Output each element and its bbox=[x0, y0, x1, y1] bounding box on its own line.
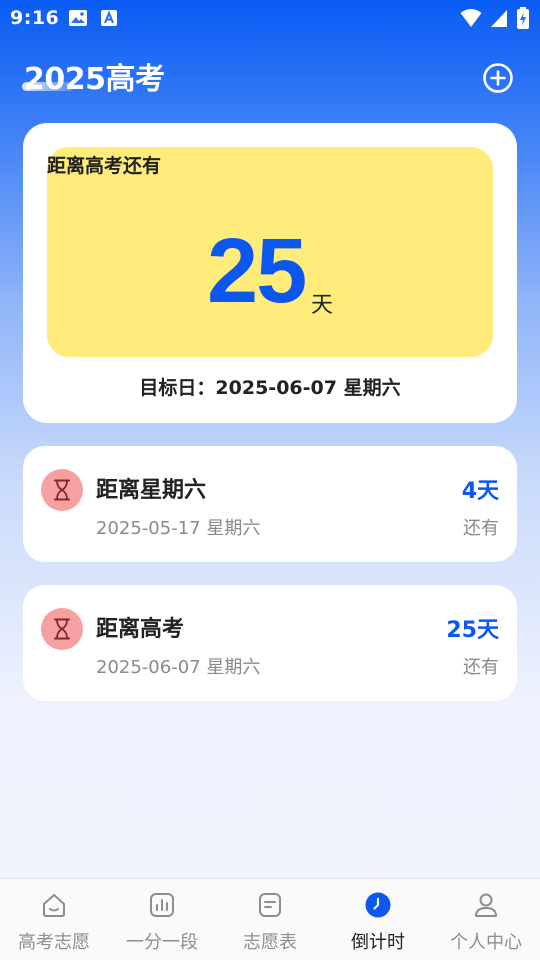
form-icon bbox=[259, 893, 281, 917]
page-title: 2025高考 bbox=[24, 62, 165, 97]
status-time: 9:16 bbox=[10, 7, 60, 29]
wifi-icon bbox=[460, 9, 482, 27]
nav-label: 高考志愿 bbox=[18, 932, 90, 953]
event-date: 2025-06-07 星期六 bbox=[96, 657, 261, 678]
clock-icon bbox=[365, 892, 391, 918]
nav-item-volunteer-form[interactable]: 志愿表 bbox=[216, 879, 324, 960]
hourglass-icon bbox=[41, 608, 83, 650]
nav-item-gaokao-volunteer[interactable]: 高考志愿 bbox=[0, 879, 108, 960]
battery-icon bbox=[517, 7, 529, 29]
countdown-highlight-panel: 距离高考还有 25 天 bbox=[47, 147, 493, 357]
chart-icon bbox=[150, 893, 174, 917]
hourglass-icon bbox=[41, 469, 83, 511]
nav-label: 倒计时 bbox=[351, 932, 405, 953]
event-status: 还有 bbox=[463, 657, 499, 678]
nav-label: 志愿表 bbox=[243, 932, 297, 953]
signal-icon bbox=[491, 10, 507, 27]
event-days-left: 4天 bbox=[461, 479, 499, 504]
event-card[interactable]: 距离星期六 2025-05-17 星期六 4天 还有 bbox=[23, 446, 517, 562]
event-title: 距离高考 bbox=[96, 617, 185, 642]
bottom-nav: 高考志愿 一分一段 志愿表 倒计时 个人中心 bbox=[0, 878, 540, 960]
countdown-label: 距离高考还有 bbox=[47, 155, 162, 177]
target-date-line: 目标日：2025-06-07 星期六 bbox=[23, 373, 517, 400]
event-title: 距离星期六 bbox=[96, 478, 207, 503]
nav-item-score-rank[interactable]: 一分一段 bbox=[108, 879, 216, 960]
nav-item-profile[interactable]: 个人中心 bbox=[432, 879, 540, 960]
target-date-prefix: 目标日： bbox=[139, 377, 216, 399]
event-date: 2025-05-17 星期六 bbox=[96, 518, 261, 539]
nav-label: 一分一段 bbox=[126, 932, 198, 953]
nav-label: 个人中心 bbox=[450, 932, 522, 953]
image-notification-icon bbox=[69, 10, 87, 26]
status-notification-icons bbox=[68, 9, 118, 27]
home-icon bbox=[43, 894, 65, 917]
nav-item-countdown[interactable]: 倒计时 bbox=[324, 879, 432, 960]
event-status: 还有 bbox=[463, 518, 499, 539]
event-card[interactable]: 距离高考 2025-06-07 星期六 25天 还有 bbox=[23, 585, 517, 701]
event-days-left: 25天 bbox=[446, 618, 499, 643]
font-notification-icon bbox=[101, 10, 117, 26]
countdown-days-unit: 天 bbox=[311, 293, 334, 318]
main-countdown-card[interactable]: 距离高考还有 25 天 目标日：2025-06-07 星期六 bbox=[23, 123, 517, 423]
target-date-value: 2025-06-07 星期六 bbox=[215, 377, 401, 399]
countdown-days-number: 25 bbox=[207, 220, 307, 322]
status-bar: 9:16 bbox=[0, 0, 540, 36]
add-countdown-button[interactable] bbox=[482, 62, 514, 94]
person-icon bbox=[475, 893, 497, 917]
status-system-icons bbox=[460, 7, 530, 29]
